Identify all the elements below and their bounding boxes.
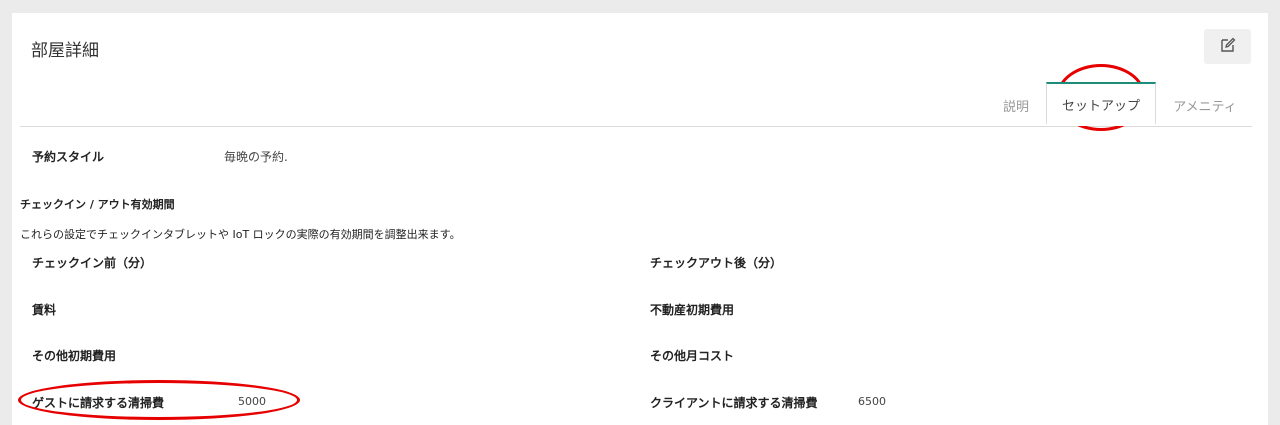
checkin-section-heading: チェックイン / アウト有効期間 [20,198,175,211]
room-detail-card: 部屋詳細 説明 セットアップ アメニティ 予約スタイル 毎晩の予約. チェックイ… [12,13,1268,425]
edit-button[interactable] [1204,29,1251,64]
tab-amenities[interactable]: アメニティ [1158,85,1252,126]
rent-label: 賃料 [32,303,57,317]
checkout-after-label: チェックアウト後（分） [650,256,783,270]
tab-label: セットアップ [1061,98,1140,114]
client-cleaning-value: 6500 [858,395,886,408]
guest-cleaning-value: 5000 [238,395,266,408]
guest-cleaning-label: ゲストに請求する清掃費 [32,396,165,410]
tab-label: 説明 [1002,100,1029,115]
checkin-before-label: チェックイン前（分） [32,256,153,270]
tabs-divider [20,126,1252,127]
tab-label: アメニティ [1173,100,1237,115]
other-monthly-label: その他月コスト [650,349,735,363]
page-title: 部屋詳細 [31,41,99,61]
other-initial-label: その他初期費用 [32,349,117,363]
edit-icon [1220,37,1236,57]
checkin-section-description: これらの設定でチェックインタブレットや IoT ロックの実際の有効期間を調整出来… [20,228,461,241]
client-cleaning-label: クライアントに請求する清掃費 [650,396,818,410]
reservation-style-value: 毎晩の予約. [224,150,288,164]
tab-setup[interactable]: セットアップ [1046,82,1156,126]
reservation-style-label: 予約スタイル [32,150,105,164]
real-estate-initial-label: 不動産初期費用 [650,303,735,317]
tab-description[interactable]: 説明 [990,85,1042,126]
